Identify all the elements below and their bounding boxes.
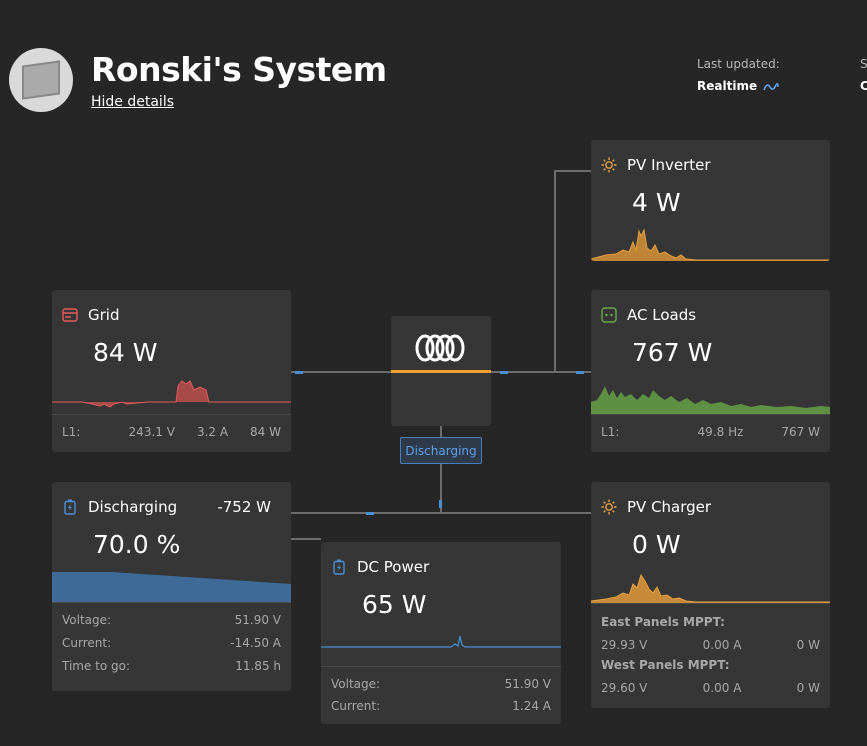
flow-indicator <box>295 371 303 374</box>
ac-loads-footer: L1: 49.8 Hz 767 W <box>591 414 830 452</box>
battery-footer: Voltage: 51.90 V Current: -14.50 A Time to… <box>52 602 291 691</box>
mppt-east-current: 0.00 A <box>702 638 742 652</box>
system-avatar <box>9 48 73 112</box>
grid-value: 84 W <box>93 338 158 367</box>
dc-current-label: Current: <box>331 699 381 713</box>
dc-current-value: 1.24 A <box>512 699 551 713</box>
grid-power: 84 W <box>250 425 281 439</box>
pv-charger-card[interactable]: PV Charger 0 W East Panels MPPT: 29.93 V… <box>591 482 830 708</box>
flow-indicator <box>500 371 508 374</box>
ac-loads-value: 767 W <box>632 338 713 367</box>
grid-current: 3.2 A <box>196 425 229 439</box>
status-value: C <box>860 79 867 93</box>
inverter-state-badge: Discharging <box>400 437 482 464</box>
connector-dcpower <box>291 538 321 540</box>
grid-sparkline <box>52 380 291 408</box>
ac-loads-sparkline <box>591 386 830 414</box>
battery-voltage-value: 51.90 V <box>234 613 281 627</box>
battery-icon <box>62 499 78 515</box>
mppt-west-current: 0.00 A <box>702 681 742 695</box>
ac-loads-frequency: 49.8 Hz <box>697 425 744 439</box>
flow-indicator <box>439 500 442 508</box>
battery-icon <box>331 559 347 575</box>
battery-soc-area <box>52 572 291 602</box>
pv-inverter-sparkline <box>591 228 830 261</box>
mppt-east-power: 0 W <box>796 638 820 652</box>
realtime-wave-icon <box>763 82 780 90</box>
dc-power-title: DC Power <box>357 558 430 576</box>
battery-ttg-label: Time to go: <box>62 659 131 673</box>
dc-power-value: 65 W <box>362 590 427 619</box>
grid-phase: L1: <box>62 425 81 439</box>
pv-inverter-title: PV Inverter <box>627 156 711 174</box>
grid-title: Grid <box>88 306 120 324</box>
dc-power-card[interactable]: DC Power 65 W Voltage: 51.90 V Current: 1.… <box>321 542 561 724</box>
battery-current-label: Current: <box>62 636 112 650</box>
sun-icon <box>601 499 617 515</box>
inverter-block[interactable] <box>391 316 491 426</box>
mppt-west-name: West Panels MPPT: <box>601 658 730 672</box>
connector-grid-inverter <box>291 371 391 373</box>
victron-logo <box>415 334 465 362</box>
status-label: S <box>860 57 867 71</box>
battery-ttg-value: 11.85 h <box>235 659 281 673</box>
flow-indicator <box>576 371 584 374</box>
pv-charger-footer: East Panels MPPT: 29.93 V 0.00 A 0 W Wes… <box>591 603 830 708</box>
inverter-state-bar <box>391 370 491 373</box>
pv-inverter-card[interactable]: PV Inverter 4 W <box>591 140 830 261</box>
outlet-icon <box>601 307 617 323</box>
mppt-west-voltage: 29.60 V <box>601 681 648 695</box>
pv-charger-title: PV Charger <box>627 498 712 516</box>
battery-title: Discharging <box>88 498 178 516</box>
grid-card[interactable]: Grid 84 W L1: 243.1 V 3.2 A 84 W <box>52 290 291 452</box>
dc-power-sparkline <box>321 635 561 648</box>
mppt-east-voltage: 29.93 V <box>601 638 648 652</box>
connector-dcbus <box>291 512 591 514</box>
mppt-east-name: East Panels MPPT: <box>601 615 725 629</box>
pv-charger-sparkline <box>591 573 830 603</box>
grid-voltage: 243.1 V <box>128 425 175 439</box>
connector-pvinverter-horizontal <box>554 170 591 172</box>
grid-icon <box>62 307 78 323</box>
dc-voltage-value: 51.90 V <box>504 677 551 691</box>
ac-loads-power: 767 W <box>781 425 820 439</box>
ac-loads-card[interactable]: AC Loads 767 W L1: 49.8 Hz 767 W <box>591 290 830 452</box>
dc-voltage-label: Voltage: <box>331 677 381 691</box>
hide-details-link[interactable]: Hide details <box>91 94 174 110</box>
flow-indicator <box>366 512 374 515</box>
last-updated-value: Realtime <box>697 79 780 93</box>
battery-current-value: -14.50 A <box>230 636 281 650</box>
sun-icon <box>601 157 617 173</box>
battery-power: -752 W <box>217 498 271 516</box>
mppt-west-power: 0 W <box>796 681 820 695</box>
grid-footer: L1: 243.1 V 3.2 A 84 W <box>52 414 291 452</box>
ac-loads-phase: L1: <box>601 425 620 439</box>
last-updated-label: Last updated: <box>697 57 780 71</box>
dc-power-footer: Voltage: 51.90 V Current: 1.24 A <box>321 666 561 724</box>
pv-inverter-value: 4 W <box>632 188 681 217</box>
battery-card[interactable]: Discharging -752 W 70.0 % Voltage: 51.90 … <box>52 482 291 691</box>
page-title: Ronski's System <box>91 50 387 89</box>
battery-soc: 70.0 % <box>93 530 181 559</box>
connector-pvinverter-vertical <box>554 170 556 373</box>
realtime-text: Realtime <box>697 79 758 93</box>
ac-loads-title: AC Loads <box>627 306 697 324</box>
battery-voltage-label: Voltage: <box>62 613 112 627</box>
pv-charger-value: 0 W <box>632 530 681 559</box>
